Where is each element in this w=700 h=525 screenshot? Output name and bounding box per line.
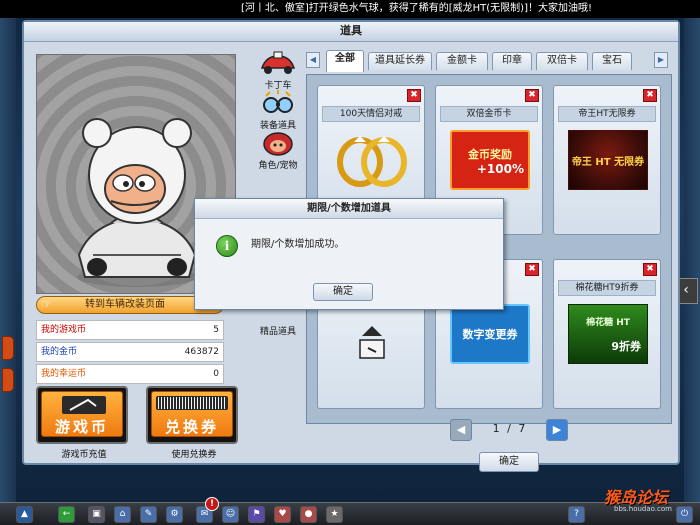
emperor-ht-coupon-text: 帝王 HT 无限券 xyxy=(571,157,645,168)
game-coin-face-text: 游戏币 xyxy=(54,418,109,436)
rank-icon[interactable]: ★ xyxy=(326,506,343,523)
cotton-candy-coupon-discount: 9折券 xyxy=(611,340,641,353)
mail-icon[interactable]: ● xyxy=(300,506,317,523)
cotton-candy-coupon-image: 棉花糖 HT 9折券 xyxy=(568,304,648,364)
window-title: 道具 xyxy=(24,22,678,42)
dialog-title: 期限/个数增加道具 xyxy=(195,199,503,219)
redeem-caption: 使用兑换券 xyxy=(171,450,217,460)
game-coin-recharge-button[interactable]: 游戏币 游戏币充值 xyxy=(36,386,128,460)
game-coin-label: 我的游戏币 xyxy=(41,325,87,335)
tab-extension-coupon[interactable]: 道具延长券 xyxy=(368,52,432,70)
friends-icon[interactable]: ☺ xyxy=(222,506,239,523)
notification-badge-icon: ! xyxy=(205,497,219,511)
category-character-pet[interactable]: 角色/宠物 xyxy=(250,130,306,171)
barcode-icon xyxy=(158,397,226,409)
item-card[interactable]: ✖ 帝王HT无限券 帝王 HT 无限券 xyxy=(553,85,661,235)
double-gold-card-text: 金币奖励 xyxy=(468,148,512,161)
dialog-ok-button[interactable]: 确定 xyxy=(313,283,373,301)
pagination: ◀ 1 / 7 ▶ xyxy=(450,419,570,441)
gold-coin-value: 463872 xyxy=(184,347,219,357)
pointing-hand-icon: ☞ xyxy=(41,297,52,311)
start-icon[interactable]: ▲ xyxy=(16,506,33,523)
tab-all[interactable]: 全部 xyxy=(326,50,364,72)
kart-icon xyxy=(260,51,296,74)
notice-dialog: 期限/个数增加道具 i 期限/个数增加成功。 确定 xyxy=(194,198,504,310)
tools-icon[interactable]: ✎ xyxy=(140,506,157,523)
redeem-coupon-button[interactable]: 兑换券 使用兑换券 xyxy=(146,386,238,460)
game-coin-row: 我的游戏币 5 xyxy=(36,320,224,340)
watermark-url: bbs.houdao.com xyxy=(614,505,672,513)
exit-icon[interactable]: ⏻ xyxy=(676,506,693,523)
side-toggle-2[interactable] xyxy=(2,368,14,392)
category-premium[interactable]: 精品道具 xyxy=(250,324,306,337)
right-side-panel xyxy=(684,18,700,508)
shop-icon[interactable]: ▣ xyxy=(88,506,105,523)
game-coin-value: 5 xyxy=(213,325,219,335)
stamp-image xyxy=(359,326,385,359)
tab-stamp[interactable]: 印章 xyxy=(492,52,532,70)
lucky-coin-label: 我的幸运币 xyxy=(41,369,87,379)
character-icon xyxy=(263,132,293,156)
category-character-pet-label: 角色/宠物 xyxy=(258,161,298,171)
tab-double-card[interactable]: 双倍卡 xyxy=(536,52,588,70)
remove-item-button[interactable]: ✖ xyxy=(407,89,421,102)
gift-icon[interactable]: ♥ xyxy=(274,506,291,523)
back-icon[interactable]: ← xyxy=(58,506,75,523)
tabs-prev-arrow[interactable]: ◀ xyxy=(306,52,320,68)
category-equipment[interactable]: 装备道具 xyxy=(250,90,306,131)
help-icon[interactable]: ? xyxy=(568,506,585,523)
lucky-coin-value: 0 xyxy=(213,369,219,379)
category-premium-label: 精品道具 xyxy=(259,327,296,337)
gold-coin-label: 我的金币 xyxy=(41,347,78,357)
confirm-button[interactable]: 确定 xyxy=(479,452,539,472)
prev-page-button[interactable]: ◀ xyxy=(450,419,472,441)
item-name: 帝王HT无限券 xyxy=(558,106,656,122)
next-page-button[interactable]: ▶ xyxy=(546,419,568,441)
gold-coin-row: 我的金币 463872 xyxy=(36,342,224,362)
cotton-candy-coupon-text: 棉花糖 HT xyxy=(586,318,630,328)
item-name: 双倍金币卡 xyxy=(440,106,538,122)
emperor-ht-coupon-image: 帝王 HT 无限券 xyxy=(568,130,648,190)
item-card[interactable]: ✖ 棉花糖HT9折券 棉花糖 HT 9折券 xyxy=(553,259,661,409)
number-change-coupon-text: 数字变更券 xyxy=(462,328,518,341)
lucky-coin-row: 我的幸运币 0 xyxy=(36,364,224,384)
game-coin-face: 游戏币 xyxy=(41,391,123,437)
settings-icon[interactable]: ⚙ xyxy=(166,506,183,523)
page-indicator: 1 / 7 xyxy=(492,422,528,435)
game-coin-emblem-icon xyxy=(62,396,106,414)
dialog-message: 期限/个数增加成功。 xyxy=(251,239,345,250)
goggles-icon xyxy=(263,90,293,113)
left-side-panel xyxy=(0,18,16,508)
currency-stats: 我的游戏币 5 我的金币 463872 我的幸运币 0 xyxy=(36,320,224,386)
item-name: 棉花糖HT9折券 xyxy=(558,280,656,296)
tab-gem[interactable]: 宝石 xyxy=(592,52,632,70)
number-change-coupon-image: 数字变更券 xyxy=(450,304,530,364)
double-gold-card-image: 金币奖励 +100% xyxy=(450,130,530,190)
guild-icon[interactable]: ⚑ xyxy=(248,506,265,523)
remove-item-button[interactable]: ✖ xyxy=(525,263,539,276)
redeem-face: 兑换券 xyxy=(151,391,233,437)
item-name: 100天情侣对戒 xyxy=(322,106,420,122)
redeem-face-text: 兑换券 xyxy=(164,418,219,436)
goto-car-tuning-label: 转到车辆改装页面 xyxy=(85,299,165,310)
rings-image xyxy=(337,136,407,187)
double-gold-card-percent: +100% xyxy=(476,162,524,176)
remove-item-button[interactable]: ✖ xyxy=(643,263,657,276)
item-tabs: ◀ 全部 道具延长券 金额卡 印章 双倍卡 宝石 ▶ xyxy=(306,50,672,72)
game-coin-caption: 游戏币充值 xyxy=(61,450,107,460)
category-kart[interactable]: 卡丁车 xyxy=(250,50,306,91)
remove-item-button[interactable]: ✖ xyxy=(525,89,539,102)
news-ticker: [河丨北、傲室]打开绿色水气球，获得了稀有的[威龙HT(无限制)]！大家加油哦! xyxy=(0,0,700,18)
side-toggle-1[interactable] xyxy=(2,336,14,360)
home-icon[interactable]: ⌂ xyxy=(114,506,131,523)
tabs-next-arrow[interactable]: ▶ xyxy=(654,52,668,68)
info-icon: i xyxy=(216,235,238,257)
racer-character-image xyxy=(77,118,197,287)
tab-amount-card[interactable]: 金额卡 xyxy=(436,52,488,70)
bottom-taskbar: ▲ ← ▣ ⌂ ✎ ⚙ ✉ ☺ ⚑ ♥ ● ★ ? ⏻ xyxy=(0,502,700,525)
remove-item-button[interactable]: ✖ xyxy=(643,89,657,102)
